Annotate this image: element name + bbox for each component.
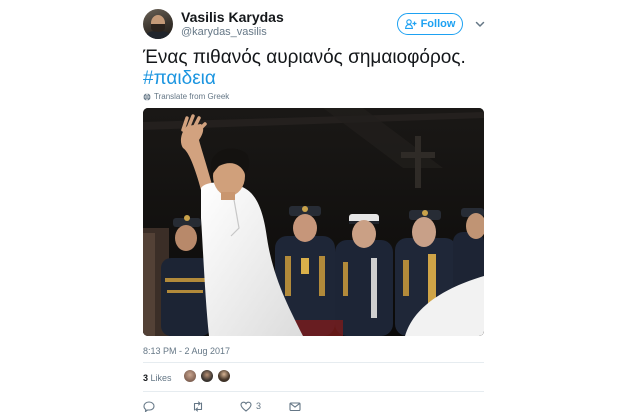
divider — [143, 362, 484, 363]
liker-avatar[interactable] — [200, 369, 214, 383]
direct-message-button[interactable] — [289, 400, 301, 412]
author-handle[interactable]: @karydas_vasilis — [181, 26, 267, 38]
like-button[interactable]: 3 — [240, 400, 261, 412]
translate-link[interactable]: Translate from Greek — [143, 92, 229, 101]
heart-icon — [240, 401, 252, 412]
likes-count: 3 — [143, 373, 149, 383]
author-avatar[interactable] — [143, 9, 173, 39]
author-display-name[interactable]: Vasilis Karydas — [181, 9, 284, 25]
retweet-icon — [193, 400, 203, 412]
globe-icon — [143, 92, 151, 101]
reply-icon — [143, 400, 155, 412]
retweet-button[interactable] — [192, 400, 204, 412]
follow-button-label: Follow — [420, 18, 456, 30]
photo-illustration — [143, 108, 484, 336]
tweet-card: Vasilis Karydas @karydas_vasilis Follow … — [0, 0, 630, 420]
follow-button[interactable]: Follow — [397, 13, 463, 35]
hashtag-link[interactable]: #παιδεια — [143, 68, 216, 90]
reply-button[interactable] — [143, 400, 155, 412]
translate-label: Translate from Greek — [154, 92, 230, 101]
tweet-photo[interactable] — [143, 108, 484, 336]
liker-avatar[interactable] — [217, 369, 231, 383]
chevron-down-icon[interactable] — [474, 18, 486, 30]
envelope-icon — [289, 401, 301, 411]
add-user-icon — [404, 19, 417, 29]
like-count: 3 — [256, 401, 262, 411]
liker-avatar[interactable] — [183, 369, 197, 383]
tweet-timestamp[interactable]: 8:13 PM - 2 Aug 2017 — [143, 346, 230, 356]
likes-label: Likes — [150, 373, 172, 383]
divider — [143, 391, 484, 392]
likes-summary[interactable]: 3 Likes — [143, 373, 172, 383]
tweet-text: Ένας πιθανός αυριανός σημαιοφόρος. — [143, 47, 466, 68]
